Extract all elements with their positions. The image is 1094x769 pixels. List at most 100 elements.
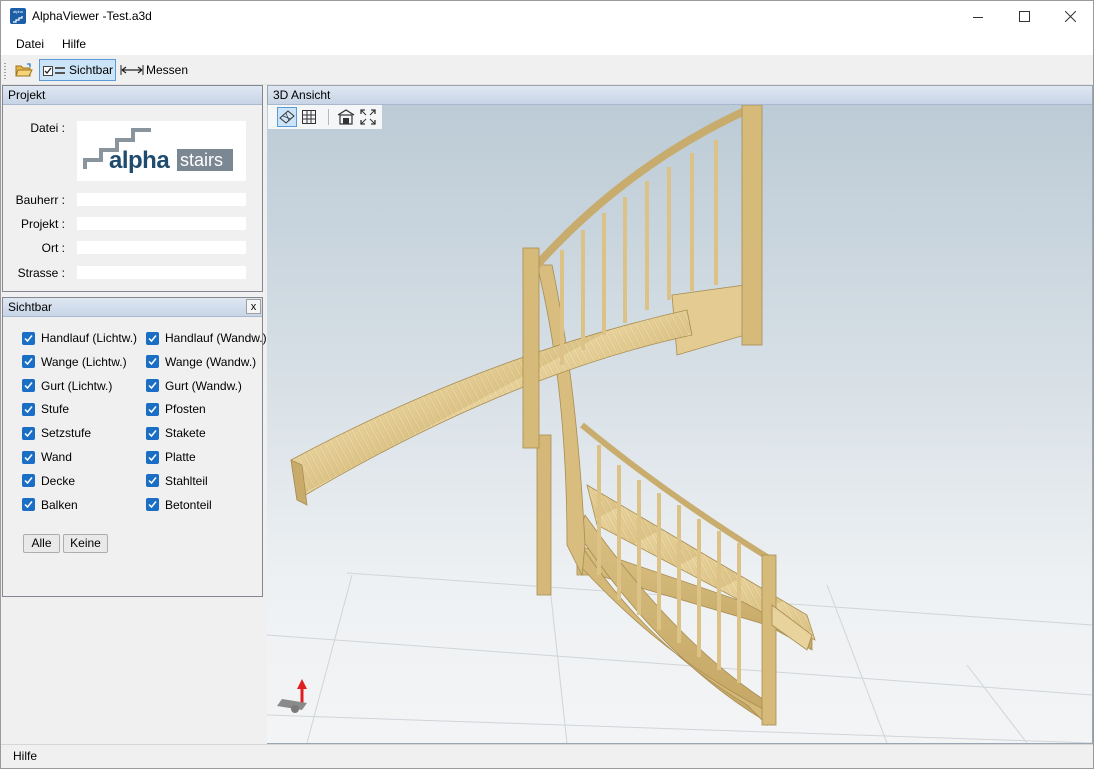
check-icon <box>24 477 33 485</box>
checkbox-box[interactable] <box>22 426 35 440</box>
perspective-icon <box>279 110 295 124</box>
minimize-button-area[interactable] <box>955 1 1001 32</box>
check-icon <box>148 453 157 461</box>
bauherr-field[interactable] <box>77 193 246 206</box>
checkbox-label: Setzstufe <box>41 426 92 441</box>
projekt-field[interactable] <box>77 217 246 230</box>
checkbox-visibility-icon <box>43 66 65 76</box>
toolbar-grip[interactable] <box>4 63 6 79</box>
checkbox-box[interactable] <box>146 379 159 393</box>
messen-label: Messen <box>146 63 189 77</box>
perspective-view-button[interactable] <box>277 107 297 127</box>
checkbox-box[interactable] <box>22 474 35 488</box>
menu-bar: Datei Hilfe <box>1 32 1093 55</box>
strasse-field[interactable] <box>77 266 246 279</box>
checkbox-box[interactable] <box>22 331 35 345</box>
title-bar[interactable]: alpha AlphaViewer -Test.a3d <box>1 1 1093 32</box>
checkbox-label: Wand <box>41 450 72 464</box>
checkbox-left-5[interactable]: Wand <box>22 450 72 464</box>
check-icon <box>24 453 33 461</box>
projekt-panel-title: Projekt <box>3 86 262 105</box>
ort-field[interactable] <box>77 241 246 254</box>
folder-open-icon <box>15 62 33 76</box>
sichtbar-toggle-button[interactable]: Sichtbar <box>39 59 116 81</box>
ort-label: Ort : <box>41 241 65 255</box>
check-icon <box>24 358 33 366</box>
grid-icon <box>302 110 316 124</box>
check-icon <box>148 477 157 485</box>
checkbox-box[interactable] <box>146 402 159 416</box>
sichtbar-close-button[interactable]: x <box>246 299 261 314</box>
checkbox-box[interactable] <box>22 355 35 369</box>
house-view-button[interactable] <box>336 107 356 127</box>
logo-word-stairs: stairs <box>180 150 224 170</box>
checkbox-box[interactable] <box>146 450 159 464</box>
house-icon <box>337 109 355 125</box>
check-icon <box>148 334 157 342</box>
checkbox-label: Stahlteil <box>165 473 208 488</box>
checkbox-right-3[interactable]: Pfosten <box>146 402 206 416</box>
check-icon <box>24 405 33 414</box>
checkbox-box[interactable] <box>22 450 35 464</box>
close-icon <box>1064 11 1076 22</box>
checkbox-right-5[interactable]: Platte <box>146 450 196 464</box>
check-icon <box>148 501 157 509</box>
close-button[interactable] <box>1047 1 1093 32</box>
checkbox-box[interactable] <box>146 426 159 440</box>
logo-word-alpha: alpha <box>109 147 170 174</box>
alle-button[interactable]: Alle <box>23 534 60 553</box>
open-file-button[interactable] <box>12 59 36 81</box>
checkbox-left-3[interactable]: Stufe <box>22 402 69 416</box>
grid-view-button[interactable] <box>299 107 319 127</box>
maximize-button-area[interactable] <box>1001 1 1047 32</box>
checkbox-label: Betonteil <box>165 497 212 512</box>
sichtbar-panel: Sichtbar x Handlauf (Lichtw.) Wange (Lich… <box>2 297 267 597</box>
checkbox-left-6[interactable]: Decke <box>22 474 75 488</box>
sichtbar-panel-title: Sichtbar <box>3 298 262 317</box>
checkbox-left-1[interactable]: Wange (Lichtw.) <box>22 355 127 369</box>
checkbox-left-7[interactable]: Balken <box>22 498 78 512</box>
datei-label: Datei : <box>30 121 65 135</box>
axis-gizmo <box>277 679 307 713</box>
checkbox-right-4[interactable]: Stakete <box>146 426 206 440</box>
check-icon <box>24 334 33 342</box>
minimize-icon <box>973 16 983 18</box>
checkbox-box[interactable] <box>22 498 35 512</box>
checkbox-label: Stakete <box>165 426 206 441</box>
checkbox-box[interactable] <box>146 474 159 488</box>
toolbar: Sichtbar Messen <box>1 57 1093 85</box>
checkbox-left-4[interactable]: Setzstufe <box>22 426 91 440</box>
keine-button[interactable]: Keine <box>63 534 108 553</box>
checkbox-box[interactable] <box>146 355 159 369</box>
checkbox-label: Wange (Lichtw.) <box>41 354 127 369</box>
checkbox-right-0[interactable]: Handlauf (Wandw.) <box>146 331 267 345</box>
fullscreen-button[interactable] <box>358 107 378 127</box>
checkbox-box[interactable] <box>22 379 35 393</box>
app-icon: alpha <box>10 8 26 24</box>
3d-viewport[interactable] <box>267 105 1092 743</box>
projekt-panel: Projekt Datei : alpha stairs Bauherr : P… <box>2 85 263 292</box>
checkbox-box[interactable] <box>22 402 35 416</box>
checkbox-right-7[interactable]: Betonteil <box>146 498 212 512</box>
messen-button[interactable]: Messen <box>120 59 190 81</box>
checkbox-left-2[interactable]: Gurt (Lichtw.) <box>22 379 112 393</box>
checkbox-right-2[interactable]: Gurt (Wandw.) <box>146 379 242 393</box>
menu-hilfe[interactable]: Hilfe <box>62 37 86 51</box>
checkbox-right-1[interactable]: Wange (Wandw.) <box>146 355 256 369</box>
status-text: Hilfe <box>13 749 38 763</box>
3d-view-title: 3D Ansicht <box>268 86 1092 105</box>
window-title: AlphaViewer -Test.a3d <box>32 9 152 23</box>
checkbox-label: Gurt (Wandw.) <box>165 378 242 393</box>
menu-datei[interactable]: Datei <box>16 37 44 51</box>
checkbox-right-6[interactable]: Stahlteil <box>146 474 208 488</box>
check-icon <box>148 358 157 366</box>
view-toolbar-separator <box>328 109 329 125</box>
projekt-label: Projekt : <box>20 217 65 231</box>
checkbox-box[interactable] <box>146 331 159 345</box>
sichtbar-toggle-label: Sichtbar <box>69 63 114 77</box>
checkbox-label: Wange (Wandw.) <box>165 354 257 369</box>
checkbox-label: Handlauf (Wandw.) <box>165 331 267 345</box>
checkbox-box[interactable] <box>146 498 159 512</box>
checkbox-left-0[interactable]: Handlauf (Lichtw.) <box>22 331 137 345</box>
maximize-icon <box>1018 11 1030 22</box>
